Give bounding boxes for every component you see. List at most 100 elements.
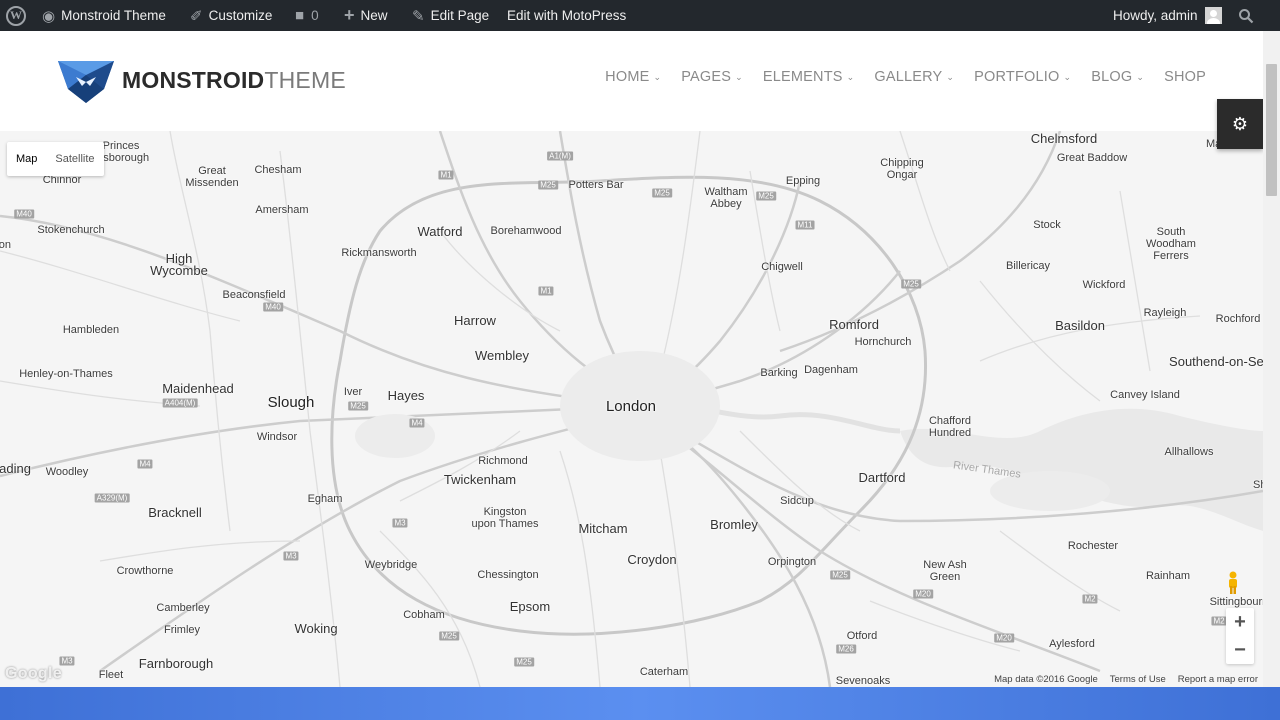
chevron-down-icon: ⌄ [946, 71, 955, 82]
road-shield: M25 [901, 279, 921, 289]
map-label-camberley: Camberley [156, 602, 210, 614]
nav-item-elements[interactable]: ELEMENTS ⌄ [763, 69, 855, 85]
map-label-chesham: Chesham [254, 164, 302, 176]
map-label-rayleigh: Rayleigh [1143, 307, 1187, 319]
nav-item-home[interactable]: HOME ⌄ [605, 69, 661, 85]
map-label-iver: Iver [343, 386, 363, 398]
zoom-control: + − [1226, 608, 1254, 664]
map-label-chipping-ongar: Chipping Ongar [880, 157, 924, 181]
road-shield: M4 [409, 418, 425, 428]
site-name-link[interactable]: ◉ Monstroid Theme [42, 0, 166, 31]
greeting-label: Howdy, admin [1113, 8, 1198, 23]
map-label-slough: Slough [267, 394, 315, 411]
map-label-orpington: Orpington [767, 556, 817, 568]
pencil-icon: ✎ [412, 7, 425, 25]
page-scrollbar[interactable] [1263, 31, 1280, 687]
map-label-epsom: Epsom [509, 599, 551, 614]
customize-link[interactable]: ✐ Customize [190, 0, 272, 31]
wp-admin-bar: W ◉ Monstroid Theme ✐ Customize ■ 0 + Ne… [0, 0, 1280, 31]
map-label-dagenham: Dagenham [804, 364, 858, 376]
edit-motopress-label: Edit with MotoPress [507, 8, 627, 23]
map-label-hambleden: Hambleden [62, 324, 120, 336]
logo-text-light: THEME [264, 66, 346, 93]
road-shield: A1(M) [547, 151, 573, 161]
nav-label: PORTFOLIO [974, 69, 1060, 85]
nav-item-pages[interactable]: PAGES ⌄ [681, 69, 743, 85]
nav-item-gallery[interactable]: GALLERY ⌄ [874, 69, 954, 85]
new-content-link[interactable]: + New [344, 0, 388, 31]
comment-bubble-icon: ■ [295, 7, 305, 24]
map-label-great-missenden: Great Missenden [185, 165, 239, 189]
map-label-otford: Otford [846, 630, 878, 642]
edit-with-motopress-link[interactable]: Edit with MotoPress [507, 0, 626, 31]
map-label-hayes: Hayes [387, 388, 425, 403]
road-shield: M20 [994, 633, 1014, 643]
zoom-in-button[interactable]: + [1226, 608, 1254, 636]
scrollbar-thumb[interactable] [1266, 64, 1277, 196]
site-title: MONSTROIDTHEME [122, 67, 346, 94]
google-logo: Google [5, 665, 62, 682]
map-label-harrow: Harrow [454, 313, 496, 328]
map-label-fleet: Fleet [98, 669, 124, 681]
map-type-satellite-button[interactable]: Satellite [46, 142, 103, 176]
road-shield: M2 [1082, 594, 1098, 604]
map-type-map-button[interactable]: Map [7, 142, 46, 176]
map-label-chessington: Chessington [477, 569, 539, 581]
nav-item-portfolio[interactable]: PORTFOLIO ⌄ [974, 69, 1071, 85]
edit-page-link[interactable]: ✎ Edit Page [412, 0, 489, 31]
map-label-sittingbourne: Sittingbourne [1209, 596, 1263, 608]
terms-of-use-link[interactable]: Terms of Use [1110, 674, 1166, 685]
nav-label: GALLERY [874, 69, 943, 85]
site-logo[interactable]: MONSTROIDTHEME [56, 55, 346, 105]
map-label-great-baddow: Great Baddow [1056, 152, 1128, 164]
map-label-stokenchurch: Stokenchurch [37, 224, 105, 236]
map-label-henley: Henley-on-Thames [19, 368, 113, 380]
map-label-maidenhead: Maidenhead [162, 381, 234, 396]
site-header: MONSTROIDTHEME HOME ⌄ PAGES ⌄ ELEMENTS ⌄ GA… [0, 31, 1263, 131]
map-label-cobham: Cobham [403, 609, 445, 621]
report-map-error-link[interactable]: Report a map error [1178, 674, 1258, 685]
nav-label: HOME [605, 69, 650, 85]
nav-label: SHOP [1164, 69, 1206, 85]
map-label-high-wycombe: High Wycombe [150, 251, 208, 278]
main-navigation: HOME ⌄ PAGES ⌄ ELEMENTS ⌄ GALLERY ⌄ PORTFOLI… [585, 69, 1206, 85]
map-label-richmond: Richmond [478, 455, 528, 467]
comments-link[interactable]: ■ 0 [295, 0, 319, 31]
wordpress-logo-icon[interactable]: W [6, 0, 26, 31]
map-label-rainham: Rainham [1145, 570, 1191, 582]
map-label-barking: Barking [760, 367, 798, 379]
map-label-croydon: Croydon [627, 552, 677, 567]
map-label-southend: Southend-on-Sea [1169, 354, 1263, 369]
map-label-kingston: Kingston upon Thames [471, 506, 539, 530]
map-label-bracknell: Bracknell [148, 505, 202, 520]
road-shield: M1 [538, 286, 554, 296]
settings-gear-button[interactable]: ⚙ [1217, 99, 1263, 149]
brush-icon: ✐ [190, 7, 203, 25]
site-name-label: Monstroid Theme [61, 8, 166, 23]
map-label-crowthorne: Crowthorne [116, 565, 174, 577]
map-label-basildon: Basildon [1055, 318, 1105, 333]
zoom-out-button[interactable]: − [1226, 636, 1254, 664]
my-account-link[interactable]: Howdy, admin [1113, 0, 1222, 31]
road-shield: M25 [652, 188, 672, 198]
search-icon[interactable] [1238, 0, 1254, 31]
map-label-billericay: Billericay [1005, 260, 1051, 272]
map-label-hornchurch: Hornchurch [854, 336, 912, 348]
map-label-twickenham: Twickenham [443, 472, 517, 487]
chevron-down-icon: ⌄ [1136, 71, 1145, 82]
avatar [1204, 7, 1222, 24]
map-label-sheerness: Sheerness [1253, 479, 1263, 491]
road-shield: M40 [14, 209, 34, 219]
comments-count: 0 [311, 8, 319, 23]
pegman-icon[interactable] [1226, 571, 1252, 597]
map-label-bromley: Bromley [710, 517, 758, 532]
road-shield: M25 [830, 570, 850, 580]
map-label-epping: Epping [785, 175, 821, 187]
nav-item-shop[interactable]: SHOP [1164, 69, 1206, 85]
customize-label: Customize [208, 8, 273, 23]
gear-icon: ⚙ [1231, 113, 1249, 134]
road-shield: A404(M) [162, 398, 198, 408]
google-map[interactable]: London Watford Borehamwood Harrow Wemble… [0, 131, 1263, 687]
nav-item-blog[interactable]: BLOG ⌄ [1091, 69, 1144, 85]
map-label-reading: Reading [0, 461, 31, 476]
